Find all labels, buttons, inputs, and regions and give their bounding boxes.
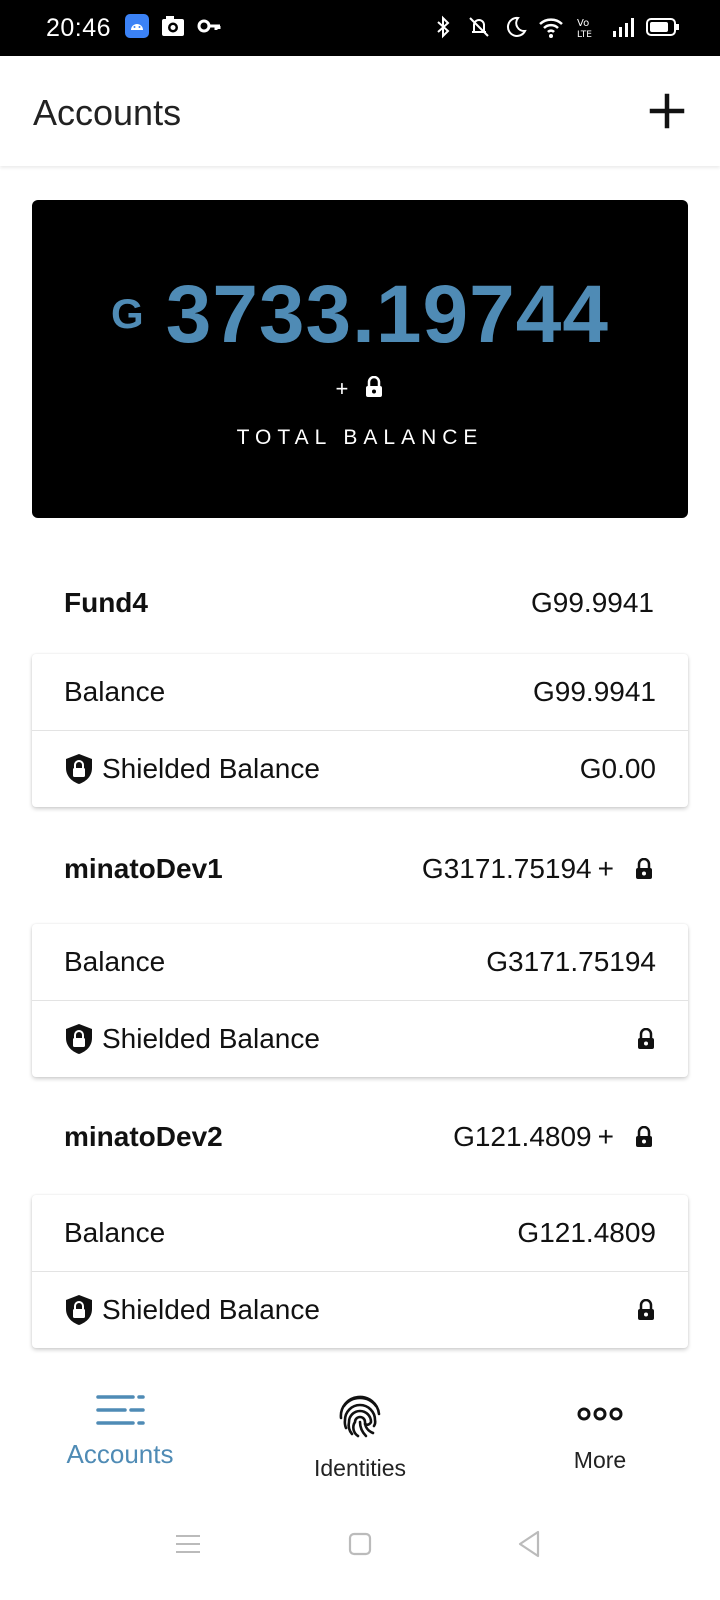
shield-lock-icon: [66, 1024, 92, 1054]
balance-value: G99.9941: [533, 676, 656, 707]
account-total-value: G3171.75194: [421, 853, 592, 884]
status-time: 20:46: [46, 14, 112, 42]
shield-lock-icon: [66, 754, 92, 784]
accounts-list-icon: [96, 1395, 145, 1425]
currency-symbol: G: [111, 290, 144, 337]
account-name: minatoDev2: [64, 1121, 223, 1152]
account-name: Fund4: [64, 587, 148, 618]
android-notification-icon: [125, 14, 149, 38]
shielded-balance-label: Shielded Balance: [102, 1023, 320, 1054]
battery-icon: [646, 18, 679, 36]
app-header: Accounts: [0, 56, 720, 166]
svg-text:LTE: LTE: [577, 30, 592, 40]
bottom-nav: Accounts Identities More: [0, 1378, 720, 1488]
nav-accounts-label: Accounts: [66, 1439, 174, 1469]
account-total: G3171.75194 +: [422, 853, 654, 885]
shielded-balance-row[interactable]: Shielded Balance: [32, 1000, 688, 1077]
wifi-icon: [539, 18, 563, 38]
system-nav-bar: [0, 1500, 720, 1600]
nav-more-label: More: [573, 1447, 627, 1473]
moon-icon: [506, 16, 527, 37]
account-header[interactable]: minatoDev2 G121.4809 +: [64, 1121, 654, 1153]
account-card[interactable]: Balance G121.4809 Shielded Balance: [32, 1195, 688, 1348]
shielded-balance-label: Shielded Balance: [102, 1294, 320, 1325]
more-dots-icon: [577, 1407, 623, 1421]
plus-icon[interactable]: [642, 86, 692, 136]
balance-row[interactable]: Balance G121.4809: [32, 1195, 688, 1271]
total-balance-label: TOTAL BALANCE: [236, 426, 484, 449]
shielded-balance-row[interactable]: Shielded Balance: [32, 1271, 688, 1348]
mute-icon: [469, 17, 489, 37]
signal-icon: [613, 18, 634, 37]
camera-notification-icon: [162, 16, 184, 36]
account-total: G99.9941: [531, 587, 654, 619]
balance-row[interactable]: Balance G99.9941: [32, 654, 688, 730]
account-card[interactable]: Balance G3171.75194 Shielded Balance: [32, 924, 688, 1077]
menu-icon[interactable]: [168, 1524, 208, 1564]
balance-row[interactable]: Balance G3171.75194: [32, 924, 688, 1000]
lock-icon: [366, 376, 383, 398]
status-bar: 20:46 Vo LTE: [0, 0, 720, 56]
volte-icon: VoLTE: [577, 18, 592, 40]
shielded-balance-label: Shielded Balance: [102, 753, 320, 784]
balance-value: G121.4809: [517, 1217, 656, 1248]
total-balance-amount: G 3733.19744: [32, 268, 688, 362]
lock-icon: [638, 1299, 654, 1320]
account-total-value: G99.9941: [531, 587, 654, 618]
total-shielded-indicator: +: [32, 376, 688, 402]
shielded-balance-value: G0.00: [579, 753, 656, 784]
page-title: Accounts: [33, 92, 182, 133]
nav-identities[interactable]: Identities: [260, 1392, 460, 1482]
lock-icon: [636, 858, 652, 879]
lock-icon: [636, 1126, 652, 1147]
plus-sign: +: [597, 853, 614, 884]
nav-accounts[interactable]: Accounts: [20, 1392, 220, 1470]
plus-sign: +: [335, 376, 349, 401]
shielded-balance-row[interactable]: Shielded Balance G0.00: [32, 730, 688, 807]
nav-identities-label: Identities: [313, 1455, 407, 1481]
account-header[interactable]: Fund4 G99.9941: [64, 587, 654, 619]
key-icon: [197, 19, 221, 33]
account-card[interactable]: Balance G99.9941 Shielded Balance G0.00: [32, 654, 688, 807]
balance-label: Balance: [64, 676, 166, 707]
balance-label: Balance: [64, 946, 166, 977]
account-total-value: G121.4809: [453, 1121, 592, 1152]
balance-value: G3171.75194: [486, 946, 656, 977]
lock-icon: [638, 1028, 654, 1049]
shield-lock-icon: [66, 1295, 92, 1325]
bluetooth-icon: [437, 15, 450, 39]
total-balance-card: G 3733.19744 + TOTAL BALANCE: [32, 200, 688, 518]
balance-label: Balance: [64, 1217, 166, 1248]
plus-sign: +: [597, 1121, 614, 1152]
account-total: G121.4809 +: [453, 1121, 654, 1153]
account-name: minatoDev1: [64, 853, 223, 884]
fingerprint-icon: [339, 1395, 381, 1438]
nav-more[interactable]: More: [500, 1392, 700, 1474]
svg-text:Vo: Vo: [577, 18, 589, 29]
home-icon[interactable]: [340, 1524, 380, 1564]
account-header[interactable]: minatoDev1 G3171.75194 +: [64, 853, 654, 885]
total-balance-value: 3733.19744: [165, 269, 609, 360]
back-icon[interactable]: [510, 1524, 550, 1564]
